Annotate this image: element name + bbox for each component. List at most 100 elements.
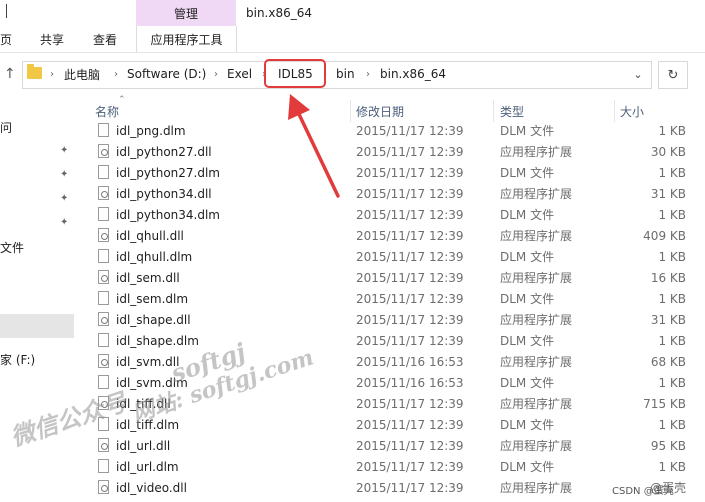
file-size: 1 KB (658, 249, 686, 264)
pin-icon[interactable]: ✦ (60, 193, 68, 204)
tab-page[interactable]: 页 (0, 26, 14, 52)
table-row[interactable]: idl_svm.dlm 2015/11/16 16:53 DLM 文件 1 KB (90, 372, 690, 393)
nav-selected-item[interactable] (0, 314, 74, 338)
file-size: 1 KB (658, 165, 686, 180)
table-row[interactable]: idl_shape.dll 2015/11/17 12:39 应用程序扩展 31 KB (90, 309, 690, 330)
file-name: idl_shape.dll (116, 312, 191, 327)
file-date: 2015/11/17 12:39 (356, 480, 464, 495)
breadcrumb-separator[interactable]: › (50, 62, 54, 86)
file-name: idl_url.dll (116, 438, 171, 453)
pin-icon[interactable]: ✦ (60, 217, 68, 228)
table-row[interactable]: idl_svm.dll 2015/11/16 16:53 应用程序扩展 68 KB (90, 351, 690, 372)
file-date: 2015/11/17 12:39 (356, 459, 464, 474)
table-row[interactable]: idl_url.dll 2015/11/17 12:39 应用程序扩展 95 KB (90, 435, 690, 456)
pin-icon[interactable]: ✦ (60, 169, 68, 180)
nav-item-drive-f[interactable]: 家 (F:) (0, 351, 35, 368)
chevron-down-icon[interactable]: ⌄ (628, 62, 648, 86)
file-name: idl_qhull.dll (116, 228, 184, 243)
breadcrumb-exelis[interactable]: Exelis (227, 62, 253, 86)
dlm-file-icon (98, 123, 109, 137)
column-header-type[interactable]: 类型 (500, 101, 524, 121)
file-size: 31 KB (650, 312, 686, 327)
file-name: idl_png.dlm (116, 123, 186, 138)
file-size: 1 KB (658, 123, 686, 138)
dlm-file-icon (98, 291, 109, 305)
file-date: 2015/11/17 12:39 (356, 207, 464, 222)
table-row[interactable]: idl_video.dll 2015/11/17 12:39 应用程序扩展 @蛋壳 (90, 477, 690, 498)
table-row[interactable]: idl_png.dlm 2015/11/17 12:39 DLM 文件 1 KB (90, 120, 690, 141)
table-row[interactable]: idl_python27.dll 2015/11/17 12:39 应用程序扩展 30… (90, 141, 690, 162)
table-row[interactable]: idl_shape.dlm 2015/11/17 12:39 DLM 文件 1 KB (90, 330, 690, 351)
tab-view[interactable]: 查看 (93, 26, 123, 52)
column-divider[interactable] (350, 100, 351, 122)
breadcrumb-bin[interactable]: bin (336, 62, 355, 86)
dlm-file-icon (98, 333, 109, 347)
breadcrumb-separator[interactable]: › (214, 62, 218, 86)
file-date: 2015/11/17 12:39 (356, 228, 464, 243)
table-row[interactable]: idl_python34.dll 2015/11/17 12:39 应用程序扩展 31… (90, 183, 690, 204)
file-size: 1 KB (658, 333, 686, 348)
refresh-button[interactable]: ↻ (658, 61, 688, 89)
table-row[interactable]: idl_url.dlm 2015/11/17 12:39 DLM 文件 1 KB (90, 456, 690, 477)
annotation-arrow (288, 94, 340, 198)
file-type: DLM 文件 (500, 334, 555, 348)
file-name: idl_tiff.dlm (116, 417, 180, 432)
tab-manage[interactable]: 管理 (136, 0, 236, 26)
credit-text: CSDN @蛋壳 (612, 486, 674, 497)
file-date: 2015/11/17 12:39 (356, 438, 464, 453)
file-type: DLM 文件 (500, 292, 555, 306)
breadcrumb-this-pc[interactable]: 此电脑 (64, 62, 100, 86)
column-divider[interactable] (493, 100, 494, 122)
table-row[interactable]: idl_tiff.dll 2015/11/17 12:39 应用程序扩展 715 KB (90, 393, 690, 414)
window-title: bin.x86_64 (246, 6, 313, 20)
column-header-size[interactable]: 大小 (620, 101, 644, 121)
column-header-date[interactable]: 修改日期 (356, 101, 404, 121)
column-header-name[interactable]: 名称 (95, 101, 119, 121)
table-row[interactable]: idl_sem.dll 2015/11/17 12:39 应用程序扩展 16 KB (90, 267, 690, 288)
dll-file-icon (98, 144, 109, 158)
file-date: 2015/11/17 12:39 (356, 312, 464, 327)
window-edge-mark (6, 4, 7, 18)
file-name: idl_video.dll (116, 480, 187, 495)
file-size: 68 KB (650, 354, 686, 369)
file-date: 2015/11/17 12:39 (356, 333, 464, 348)
file-name: idl_sem.dlm (116, 291, 189, 306)
pin-icon[interactable]: ✦ (60, 145, 68, 156)
file-type: 应用程序扩展 (500, 481, 573, 495)
dll-file-icon (98, 270, 109, 284)
file-date: 2015/11/17 12:39 (356, 417, 464, 432)
table-row[interactable]: idl_qhull.dll 2015/11/17 12:39 应用程序扩展 409 K… (90, 225, 690, 246)
file-size: 409 KB (643, 228, 686, 243)
breadcrumb-software-d[interactable]: Software (D:) (127, 62, 206, 86)
file-type: DLM 文件 (500, 250, 555, 264)
file-size: 715 KB (643, 396, 686, 411)
file-type: 应用程序扩展 (500, 355, 573, 369)
table-row[interactable]: idl_tiff.dlm 2015/11/17 12:39 DLM 文件 1 KB (90, 414, 690, 435)
file-type: 应用程序扩展 (500, 229, 573, 243)
table-row[interactable]: idl_sem.dlm 2015/11/17 12:39 DLM 文件 1 KB (90, 288, 690, 309)
nav-item-files[interactable]: 文件 (0, 239, 24, 256)
up-arrow-icon[interactable]: ↑ (4, 66, 18, 82)
file-name: idl_svm.dlm (116, 375, 188, 390)
file-size: 95 KB (650, 438, 686, 453)
nav-item-partial[interactable]: 问 (0, 119, 12, 136)
folder-icon (27, 64, 42, 79)
tab-app-tools[interactable]: 应用程序工具 (136, 26, 237, 52)
navigation-pane: 问 ✦ ✦ ✦ ✦ 文件 家 (F:) (0, 97, 80, 502)
file-type: DLM 文件 (500, 418, 555, 432)
file-name: idl_shape.dlm (116, 333, 199, 348)
breadcrumb-bin-x86-64[interactable]: bin.x86_64 (380, 62, 446, 86)
table-row[interactable]: idl_qhull.dlm 2015/11/17 12:39 DLM 文件 1 KB (90, 246, 690, 267)
file-name: idl_svm.dll (116, 354, 180, 369)
table-row[interactable]: idl_python27.dlm 2015/11/17 12:39 DLM 文件 1 … (90, 162, 690, 183)
dll-file-icon (98, 228, 109, 242)
dll-file-icon (98, 354, 109, 368)
breadcrumb-separator[interactable]: › (366, 62, 370, 86)
tab-share[interactable]: 共享 (40, 26, 70, 52)
column-divider[interactable] (614, 100, 615, 122)
file-size: 1 KB (658, 459, 686, 474)
dll-file-icon (98, 396, 109, 410)
breadcrumb-separator[interactable]: › (114, 62, 118, 86)
table-row[interactable]: idl_python34.dlm 2015/11/17 12:39 DLM 文件 1 … (90, 204, 690, 225)
file-date: 2015/11/17 12:39 (356, 249, 464, 264)
